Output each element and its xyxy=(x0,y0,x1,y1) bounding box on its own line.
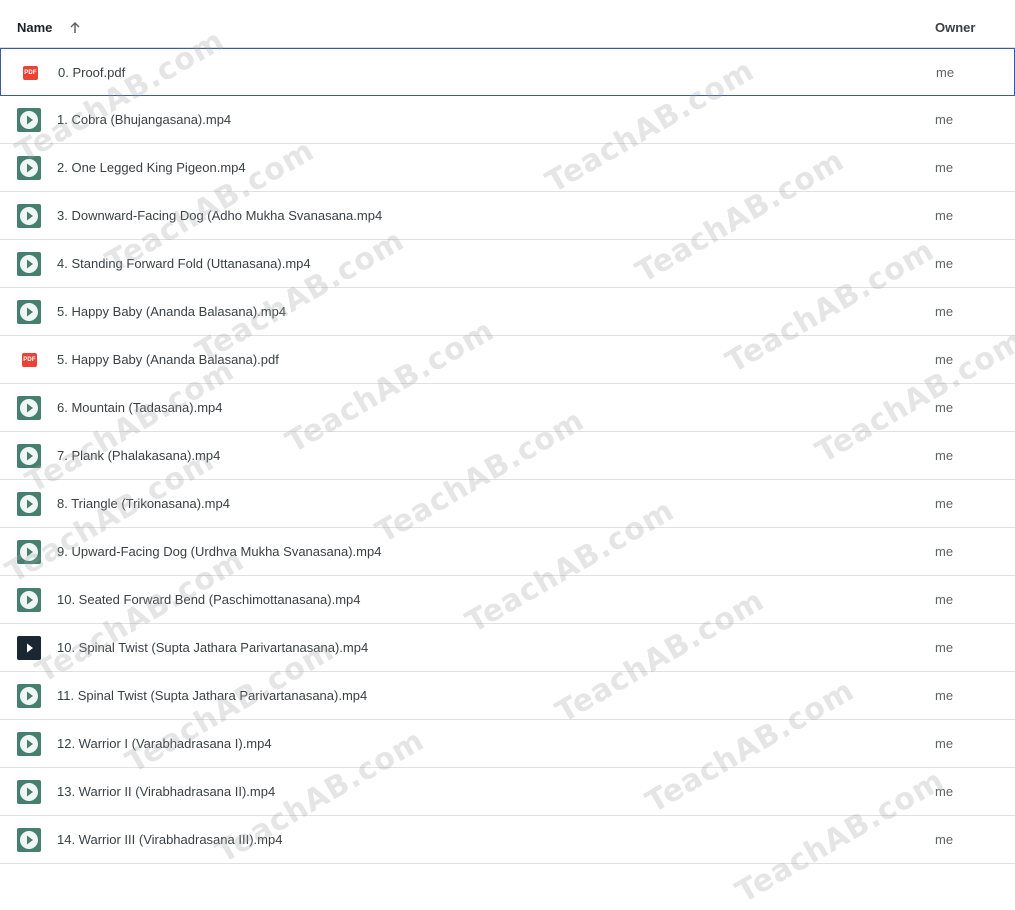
file-row[interactable]: 6. Mountain (Tadasana).mp4 me xyxy=(0,384,1015,432)
video-file-icon xyxy=(17,828,41,852)
video-file-icon xyxy=(17,252,41,276)
file-owner: me xyxy=(935,208,954,223)
video-file-icon xyxy=(17,588,41,612)
pdf-file-icon: PDF xyxy=(22,353,37,367)
video-file-icon xyxy=(17,780,41,804)
file-row[interactable]: 4. Standing Forward Fold (Uttanasana).mp… xyxy=(0,240,1015,288)
file-name[interactable]: 10. Seated Forward Bend (Paschimottanasa… xyxy=(57,592,361,607)
file-name[interactable]: 9. Upward-Facing Dog (Urdhva Mukha Svana… xyxy=(57,544,381,559)
video-file-icon xyxy=(17,300,41,324)
file-name[interactable]: 3. Downward-Facing Dog (Adho Mukha Svana… xyxy=(57,208,382,223)
file-row[interactable]: 1. Cobra (Bhujangasana).mp4 me xyxy=(0,96,1015,144)
file-owner: me xyxy=(935,448,954,463)
file-owner: me xyxy=(935,736,954,751)
file-owner: me xyxy=(935,592,954,607)
file-row[interactable]: 13. Warrior II (Virabhadrasana II).mp4 me xyxy=(0,768,1015,816)
name-column-label[interactable]: Name xyxy=(17,20,52,35)
file-owner: me xyxy=(935,640,954,655)
file-owner: me xyxy=(936,65,955,80)
file-owner: me xyxy=(935,784,954,799)
file-name[interactable]: 5. Happy Baby (Ananda Balasana).pdf xyxy=(57,352,279,367)
video-file-icon xyxy=(17,444,41,468)
video-file-icon xyxy=(17,684,41,708)
video-file-icon xyxy=(17,492,41,516)
video-file-icon xyxy=(17,636,41,660)
video-file-icon xyxy=(17,108,41,132)
file-owner: me xyxy=(935,112,954,127)
file-row[interactable]: 10. Spinal Twist (Supta Jathara Parivart… xyxy=(0,624,1015,672)
file-name[interactable]: 5. Happy Baby (Ananda Balasana).mp4 xyxy=(57,304,286,319)
file-row[interactable]: 10. Seated Forward Bend (Paschimottanasa… xyxy=(0,576,1015,624)
file-name[interactable]: 14. Warrior III (Virabhadrasana III).mp4 xyxy=(57,832,282,847)
name-column-header[interactable]: Name xyxy=(17,20,82,35)
file-owner: me xyxy=(935,496,954,511)
file-name[interactable]: 10. Spinal Twist (Supta Jathara Parivart… xyxy=(57,640,368,655)
file-name[interactable]: 8. Triangle (Trikonasana).mp4 xyxy=(57,496,230,511)
video-file-icon xyxy=(17,732,41,756)
file-owner: me xyxy=(935,304,954,319)
file-list: PDF 0. Proof.pdf me 1. Cobra (Bhujangasana)… xyxy=(0,48,1015,864)
file-owner: me xyxy=(935,832,954,847)
file-name[interactable]: 6. Mountain (Tadasana).mp4 xyxy=(57,400,222,415)
file-owner: me xyxy=(935,544,954,559)
file-list-header: Name Owner xyxy=(0,0,1015,48)
file-row[interactable]: 8. Triangle (Trikonasana).mp4 me xyxy=(0,480,1015,528)
file-row[interactable]: 9. Upward-Facing Dog (Urdhva Mukha Svana… xyxy=(0,528,1015,576)
file-row[interactable]: 7. Plank (Phalakasana).mp4 me xyxy=(0,432,1015,480)
file-owner: me xyxy=(935,688,954,703)
file-row[interactable]: PDF 5. Happy Baby (Ananda Balasana).pdf me xyxy=(0,336,1015,384)
file-name[interactable]: 11. Spinal Twist (Supta Jathara Parivart… xyxy=(57,688,367,703)
file-owner: me xyxy=(935,256,954,271)
file-row[interactable]: 11. Spinal Twist (Supta Jathara Parivart… xyxy=(0,672,1015,720)
file-owner: me xyxy=(935,352,954,367)
file-name[interactable]: 4. Standing Forward Fold (Uttanasana).mp… xyxy=(57,256,311,271)
file-name[interactable]: 12. Warrior I (Varabhadrasana I).mp4 xyxy=(57,736,272,751)
pdf-file-icon: PDF xyxy=(23,66,38,80)
video-file-icon xyxy=(17,540,41,564)
file-owner: me xyxy=(935,160,954,175)
file-name[interactable]: 2. One Legged King Pigeon.mp4 xyxy=(57,160,246,175)
owner-column-header[interactable]: Owner xyxy=(935,20,975,35)
file-name[interactable]: 13. Warrior II (Virabhadrasana II).mp4 xyxy=(57,784,275,799)
video-file-icon xyxy=(17,396,41,420)
file-row[interactable]: 14. Warrior III (Virabhadrasana III).mp4… xyxy=(0,816,1015,864)
file-name[interactable]: 7. Plank (Phalakasana).mp4 xyxy=(57,448,220,463)
file-row[interactable]: 5. Happy Baby (Ananda Balasana).mp4 me xyxy=(0,288,1015,336)
video-file-icon xyxy=(17,156,41,180)
file-row[interactable]: 3. Downward-Facing Dog (Adho Mukha Svana… xyxy=(0,192,1015,240)
file-name[interactable]: 1. Cobra (Bhujangasana).mp4 xyxy=(57,112,231,127)
file-row[interactable]: 2. One Legged King Pigeon.mp4 me xyxy=(0,144,1015,192)
file-row[interactable]: 12. Warrior I (Varabhadrasana I).mp4 me xyxy=(0,720,1015,768)
file-name[interactable]: 0. Proof.pdf xyxy=(58,65,125,80)
file-owner: me xyxy=(935,400,954,415)
video-file-icon xyxy=(17,204,41,228)
file-row[interactable]: PDF 0. Proof.pdf me xyxy=(0,48,1015,96)
sort-ascending-icon[interactable] xyxy=(68,21,82,35)
